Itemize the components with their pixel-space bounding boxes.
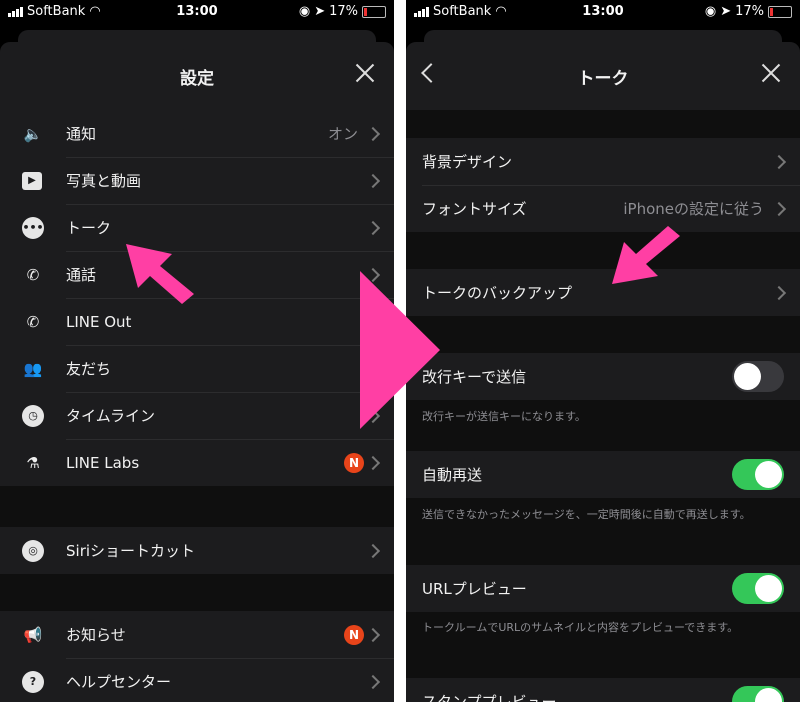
chevron-right-icon xyxy=(365,627,381,642)
chevron-right-icon xyxy=(365,543,381,558)
settings-item-friends[interactable]: 👥 友だち xyxy=(0,345,394,392)
friends-icon: 👥 xyxy=(23,359,43,378)
settings-item-help-center[interactable]: ? ヘルプセンター xyxy=(0,658,394,702)
clock-icon: ◷ xyxy=(22,404,44,427)
chevron-right-icon xyxy=(771,201,787,216)
close-icon[interactable] xyxy=(760,62,782,84)
close-icon[interactable] xyxy=(354,62,376,84)
settings-item-line-labs[interactable]: ⚗ LINE Labs N xyxy=(0,439,394,486)
talk-item-font-size[interactable]: フォントサイズ iPhoneの設定に従う xyxy=(406,185,800,232)
settings-header: 設定 xyxy=(0,42,394,110)
location-icon: ➤ xyxy=(314,4,326,19)
siri-icon: ◎ xyxy=(22,539,44,562)
talk-group-url-preview: URLプレビュー xyxy=(406,565,800,612)
chevron-right-icon xyxy=(365,126,381,141)
orientation-lock-icon: ◉ xyxy=(704,4,717,19)
battery-icon xyxy=(768,5,792,18)
settings-group-info: 📢 お知らせ N ? ヘルプセンター xyxy=(0,611,394,702)
battery-icon xyxy=(362,5,386,18)
talk-group-backup: トークのバックアップ xyxy=(406,269,800,316)
megaphone-icon: 📢 xyxy=(23,625,43,644)
page-title: トーク xyxy=(577,69,629,89)
notification-value: オン xyxy=(327,125,358,143)
chat-bubble-icon: ••• xyxy=(22,216,44,239)
phone-icon: ✆ xyxy=(26,265,40,284)
status-bar: SoftBank ◠ 13:00 ◉ ➤ 17% xyxy=(0,0,394,24)
chevron-right-icon xyxy=(771,154,787,169)
flask-icon: ⚗ xyxy=(26,453,40,472)
orientation-lock-icon: ◉ xyxy=(298,4,311,19)
help-icon: ? xyxy=(22,670,44,693)
new-badge: N xyxy=(344,452,364,473)
url-preview-toggle[interactable] xyxy=(732,573,784,604)
pointer-arrow-icon xyxy=(612,226,680,284)
settings-item-notifications[interactable]: 🔈 通知 オン xyxy=(0,110,394,157)
settings-screen: SoftBank ◠ 13:00 ◉ ➤ 17% 設定 🔈 通知 オン ▶ 写真… xyxy=(0,0,394,702)
phone-out-icon: ✆ xyxy=(26,312,40,331)
chevron-right-icon xyxy=(365,220,381,235)
talk-item-url-preview: URLプレビュー xyxy=(406,565,800,612)
chevron-right-icon xyxy=(365,173,381,188)
transition-arrow-icon xyxy=(360,271,440,429)
talk-settings-screen: SoftBank ◠ 13:00 ◉ ➤ 17% トーク 背景デザイン フォント… xyxy=(406,0,800,702)
page-title: 設定 xyxy=(180,69,214,89)
settings-item-siri-shortcuts[interactable]: ◎ Siriショートカット xyxy=(0,527,394,574)
chevron-right-icon xyxy=(365,455,381,470)
status-bar: SoftBank ◠ 13:00 ◉ ➤ 17% xyxy=(406,0,800,24)
location-icon: ➤ xyxy=(720,4,732,19)
url-preview-note: トークルームでURLのサムネイルと内容をプレビューできます。 xyxy=(422,621,739,634)
talk-group-stamp-preview: スタンププレビュー xyxy=(406,678,800,702)
talk-group-appearance: 背景デザイン フォントサイズ iPhoneの設定に従う xyxy=(406,138,800,232)
play-icon: ▶ xyxy=(22,171,42,190)
talk-item-stamp-preview: スタンププレビュー xyxy=(406,678,800,702)
pointer-arrow-icon xyxy=(126,244,194,304)
talk-item-enter-send: 改行キーで送信 xyxy=(406,353,800,400)
settings-item-timeline[interactable]: ◷ タイムライン xyxy=(0,392,394,439)
new-badge: N xyxy=(344,624,364,645)
battery-percent: 17% xyxy=(329,4,358,19)
settings-item-announcements[interactable]: 📢 お知らせ N xyxy=(0,611,394,658)
chevron-right-icon xyxy=(365,674,381,689)
talk-group-enter-send: 改行キーで送信 xyxy=(406,353,800,400)
settings-item-photos-videos[interactable]: ▶ 写真と動画 xyxy=(0,157,394,204)
talk-item-auto-resend: 自動再送 xyxy=(406,451,800,498)
enter-send-toggle[interactable] xyxy=(732,361,784,392)
font-size-value: iPhoneの設定に従う xyxy=(623,200,764,218)
auto-resend-note: 送信できなかったメッセージを、一定時間後に自動で再送します。 xyxy=(422,508,751,521)
talk-item-backup[interactable]: トークのバックアップ xyxy=(406,269,800,316)
talk-group-auto-resend: 自動再送 xyxy=(406,451,800,498)
auto-resend-toggle[interactable] xyxy=(732,459,784,490)
stamp-preview-toggle[interactable] xyxy=(732,686,784,702)
settings-group-siri: ◎ Siriショートカット xyxy=(0,527,394,574)
talk-item-background-design[interactable]: 背景デザイン xyxy=(406,138,800,185)
chevron-right-icon xyxy=(771,285,787,300)
speaker-icon: 🔈 xyxy=(23,124,43,143)
enter-send-note: 改行キーが送信キーになります。 xyxy=(422,410,586,423)
battery-percent: 17% xyxy=(735,4,764,19)
talk-header: トーク xyxy=(406,42,800,110)
